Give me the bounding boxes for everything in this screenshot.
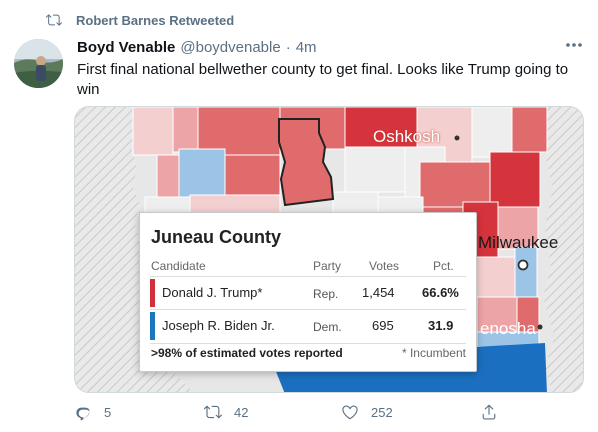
- reply-button[interactable]: 5: [74, 398, 111, 426]
- map-label-oshkosh: Oshkosh: [373, 127, 441, 146]
- map-label-milwaukee: Milwaukee: [478, 233, 559, 252]
- tweet-timestamp[interactable]: 4m: [296, 39, 317, 56]
- kenosha-marker: [537, 324, 543, 330]
- candidate-party: Dem.: [313, 320, 342, 334]
- candidate-party: Rep.: [313, 287, 339, 301]
- divider: [150, 343, 466, 344]
- tweet-text-line-1: First final national bellwether county t…: [77, 61, 569, 78]
- retweet-count: 42: [234, 404, 249, 420]
- milwaukee-marker: [517, 259, 529, 271]
- divider: [150, 276, 466, 277]
- retweet-icon: [204, 405, 222, 419]
- avatar-image: [14, 39, 63, 88]
- tooltip-county-title: Juneau County: [151, 227, 282, 247]
- divider: [150, 309, 466, 310]
- tweet-text: First final national bellwether county t…: [77, 60, 582, 100]
- rep-color-bar: [150, 279, 155, 307]
- tweet-media-map[interactable]: Oshkosh Milwaukee enosha Juneau County C…: [74, 106, 584, 393]
- like-count: 252: [371, 404, 393, 420]
- reply-count: 5: [104, 404, 112, 420]
- header-candidate: Candidate: [151, 259, 206, 273]
- tweet-actions: 5 42 252: [74, 398, 584, 426]
- retweet-button[interactable]: 42: [204, 398, 248, 426]
- more-icon[interactable]: [565, 41, 583, 49]
- author-name[interactable]: Boyd Venable: [77, 39, 175, 56]
- tweet-text-line-2: win: [77, 81, 100, 98]
- retweet-icon: [46, 14, 62, 26]
- candidate-name: Joseph R. Biden Jr.: [162, 318, 275, 333]
- retweet-banner-text[interactable]: Robert Barnes Retweeted: [76, 13, 234, 28]
- retweet-banner[interactable]: Robert Barnes Retweeted: [46, 11, 234, 29]
- candidate-pct: 31.9: [428, 318, 454, 333]
- candidate-pct: 66.6%: [422, 285, 459, 300]
- map-label-kenosha: enosha: [480, 319, 536, 338]
- reply-icon: [76, 407, 90, 421]
- share-button[interactable]: [480, 398, 510, 426]
- header-votes: Votes: [369, 259, 400, 273]
- tweet-header: Boyd Venable @boydvenable · 4m: [77, 37, 584, 57]
- incumbent-note: * Incumbent: [401, 346, 466, 360]
- candidate-votes: 695: [372, 318, 394, 333]
- author-handle[interactable]: @boydvenable: [180, 39, 280, 56]
- dem-color-bar: [150, 312, 155, 340]
- separator-dot: ·: [285, 38, 291, 56]
- heart-icon: [342, 405, 358, 420]
- votes-reported-note: >98% of estimated votes reported: [151, 346, 343, 360]
- table-row: Donald J. Trump* Rep. 1,454 66.6%: [150, 279, 466, 307]
- header-pct: Pct.: [433, 259, 454, 273]
- table-row: Joseph R. Biden Jr. Dem. 695 31.9: [150, 312, 466, 340]
- share-icon: [482, 404, 496, 420]
- candidate-name: Donald J. Trump*: [162, 285, 263, 300]
- candidate-votes: 1,454: [362, 285, 395, 300]
- header-party: Party: [313, 259, 342, 273]
- avatar[interactable]: [14, 39, 63, 88]
- like-button[interactable]: 252: [341, 398, 393, 426]
- county-tooltip: Juneau County Candidate Party Votes Pct.…: [139, 212, 477, 372]
- oshkosh-marker: [454, 135, 460, 141]
